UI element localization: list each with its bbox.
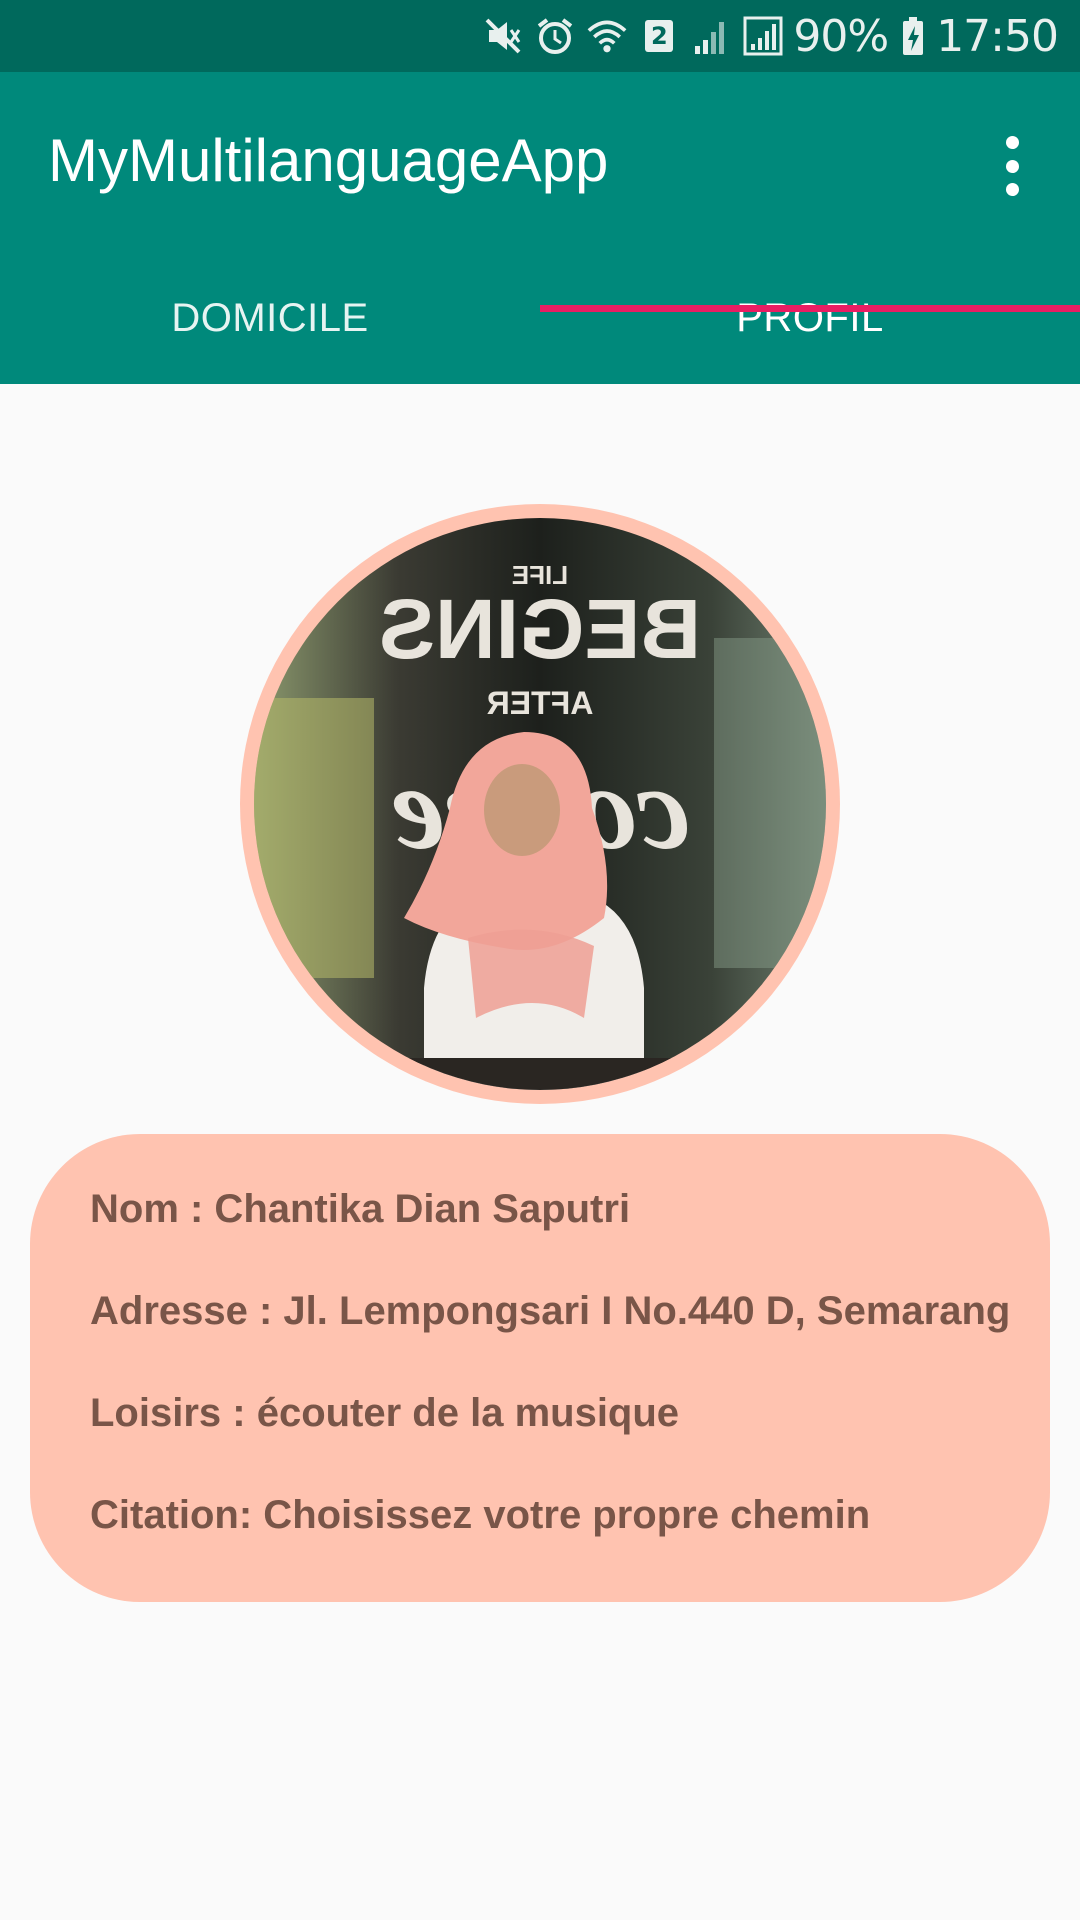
signal-icon <box>691 16 731 56</box>
profile-address: Adresse : Jl. Lempongsari I No.440 D, Se… <box>90 1289 1011 1333</box>
alarm-icon <box>535 16 575 56</box>
battery-charging-icon <box>900 16 926 56</box>
profile-quote: Citation: Choisissez votre propre chemin <box>90 1493 871 1537</box>
svg-text:BEGINS: BEGINS <box>379 582 701 676</box>
status-bar: 2 90% 17:50 <box>0 0 1080 72</box>
signal-icon <box>743 16 783 56</box>
tab-profil[interactable]: PROFIL <box>540 252 1080 384</box>
more-vert-icon[interactable] <box>990 130 1034 202</box>
tab-domicile[interactable]: DOMICILE <box>0 252 540 384</box>
svg-text:AFTER: AFTER <box>487 685 594 721</box>
sim-slot-badge: 2 <box>645 20 674 52</box>
battery-percent: 90% <box>793 10 889 62</box>
clock: 17:50 <box>936 10 1059 62</box>
profile-name: Nom : Chantika Dian Saputri <box>90 1187 631 1231</box>
tab-indicator <box>540 305 1080 312</box>
wifi-icon <box>587 16 627 56</box>
mute-icon <box>483 16 523 56</box>
profile-hobby: Loisirs : écouter de la musique <box>90 1391 680 1435</box>
tab-bar: DOMICILE PROFIL <box>0 252 1080 384</box>
app-bar: MyMultilanguageApp DOMICILE PROFIL <box>0 72 1080 384</box>
sim-icon: 2 <box>639 16 679 56</box>
app-title: MyMultilanguageApp <box>48 127 609 194</box>
profile-photo: LIFE BEGINS AFTER coffee <box>254 518 826 1090</box>
